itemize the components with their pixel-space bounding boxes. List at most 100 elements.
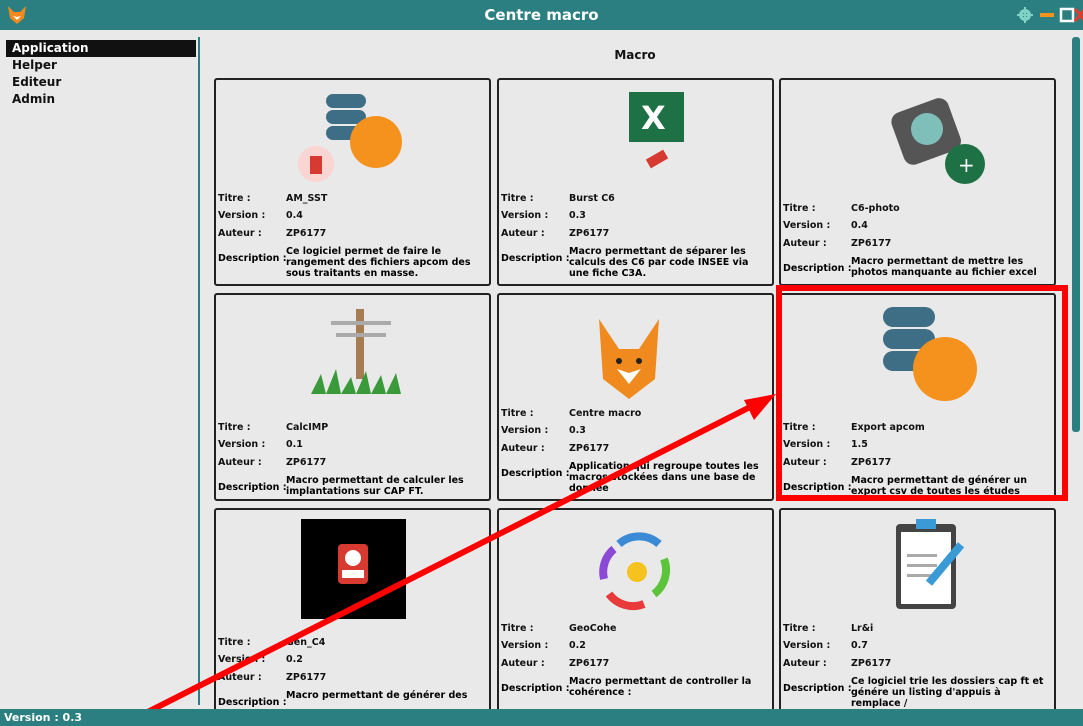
sidebar-item-editeur[interactable]: Editeur [6,74,196,91]
macro-card[interactable]: Titre : Centre macro Version : 0.3 Auteur : Z… [497,293,774,501]
macro-card[interactable]: Titre : CalcIMP Version : 0.1 Auteur : ZP6177… [214,293,491,501]
version-row: Version : 0.3 [501,425,586,436]
author-label: Auteur : [218,457,262,468]
macro-author: ZP6177 [286,672,327,683]
macro-version: 0.4 [851,220,868,231]
macro-author: ZP6177 [569,658,610,669]
macro-description: Ce logiciel trie les dossiers cap ft et … [851,676,1044,709]
version-label: Version : [218,210,266,221]
close-icon[interactable] [1074,6,1083,24]
macro-card[interactable]: Titre : Lr&i Version : 0.7 Auteur : ZP6177 Des… [779,508,1056,716]
macro-title: AM_SST [286,193,328,204]
macro-description: Ce logiciel permet de faire le rangement… [286,246,471,279]
author-row: Auteur : ZP6177 [501,658,609,669]
title-label: Titre : [783,623,816,634]
title-row: Titre : Gen_C4 [218,637,325,648]
description-label: Description : [218,253,287,264]
author-label: Auteur : [501,443,545,454]
macro-author: ZP6177 [569,228,610,239]
version-row: Version : 0.2 [218,654,303,665]
macro-description: Macro permettant de générer des [286,690,468,701]
svg-text:X: X [641,99,666,137]
macro-version: 0.1 [286,439,303,450]
cycle-arrows-icon [599,532,671,611]
version-label: Version : [783,220,831,231]
status-bar: Version : 0.3 [0,709,1083,726]
database-orange-fist-icon [298,94,402,182]
title-bar: Centre macro [0,0,1083,30]
scrollbar[interactable] [1072,37,1080,432]
macro-card[interactable]: X Titre : Burst C6 Version : 0.3 Auteur : ZP61… [497,78,774,286]
version-row: Version : 0.1 [218,439,303,450]
macro-version: 0.2 [286,654,303,665]
description-label: Description : [501,468,570,479]
macro-title: Centre macro [569,408,642,419]
author-row: Auteur : ZP6177 [218,228,326,239]
macro-author: ZP6177 [286,457,327,468]
macro-author: ZP6177 [851,238,892,249]
version-label: Version : [218,654,266,665]
macro-description: Application qui regroupe toutes les macr… [569,461,759,494]
macro-description: Macro permettant de séparer les calculs … [569,246,749,279]
sidebar-item-admin[interactable]: Admin [6,91,196,108]
title-label: Titre : [501,193,534,204]
macro-title: CalcIMP [286,422,329,433]
macro-version: 0.7 [851,640,868,651]
sidebar-item-helper[interactable]: Helper [6,57,196,74]
timer-bomb-icon [301,519,406,619]
camera-excel-icon: + [891,98,985,184]
minimize-icon[interactable] [1038,6,1056,24]
description-label: Description : [501,683,570,694]
author-row: Auteur : ZP6177 [218,672,326,683]
version-row: Version : 0.4 [218,210,303,221]
author-label: Auteur : [783,238,827,249]
title-label: Titre : [783,203,816,214]
macro-version: 0.3 [569,210,586,221]
author-label: Auteur : [501,228,545,239]
macro-title: Lr&i [851,623,874,634]
macro-author: ZP6177 [286,228,327,239]
excel-firecracker-icon: X [629,92,684,169]
author-row: Auteur : ZP6177 [501,443,609,454]
description-label: Description : [783,683,852,694]
macro-version: 0.3 [569,425,586,436]
title-row: Titre : AM_SST [218,193,327,204]
sidebar-item-application[interactable]: Application [6,40,196,57]
macro-card[interactable]: + Titre : C6-photo Version : 0.4 Auteur : ZP61… [779,78,1056,286]
title-label: Titre : [501,623,534,634]
macro-description: Macro permettant de calculer les implant… [286,475,464,497]
highlight-box [776,285,1068,501]
fox-icon [599,319,659,399]
author-label: Auteur : [218,228,262,239]
macro-version: 0.4 [286,210,303,221]
title-label: Titre : [218,637,251,648]
version-row: Version : 0.2 [501,640,586,651]
title-row: Titre : GeoCohe [501,623,616,634]
macro-title: Burst C6 [569,193,615,204]
macro-version: 0.2 [569,640,586,651]
sidebar: Application Helper Editeur Admin [0,37,200,705]
title-row: Titre : Burst C6 [501,193,615,204]
svg-text:+: + [958,153,975,177]
version-label: Version : [501,640,549,651]
macro-title: Gen_C4 [286,637,326,648]
title-label: Titre : [218,193,251,204]
clipboard-pen-icon [896,519,965,609]
author-label: Auteur : [783,658,827,669]
macro-card[interactable]: Titre : AM_SST Version : 0.4 Auteur : ZP6177 D… [214,78,491,286]
version-label: Version : [783,640,831,651]
version-row: Version : 0.4 [783,220,868,231]
macro-card[interactable]: Titre : Gen_C4 Version : 0.2 Auteur : ZP6177 D… [214,508,491,716]
version-row: Version : 0.7 [783,640,868,651]
section-heading: Macro [614,48,656,62]
description-label: Description : [218,482,287,493]
version-row: Version : 0.3 [501,210,586,221]
title-row: Titre : C6-photo [783,203,900,214]
settings-gear-icon[interactable] [1016,6,1034,24]
author-row: Auteur : ZP6177 [501,228,609,239]
macro-card[interactable]: Titre : GeoCohe Version : 0.2 Auteur : ZP6177… [497,508,774,716]
description-label: Description : [783,263,852,274]
version-label: Version : [501,210,549,221]
author-row: Auteur : ZP6177 [218,457,326,468]
description-label: Description : [501,253,570,264]
